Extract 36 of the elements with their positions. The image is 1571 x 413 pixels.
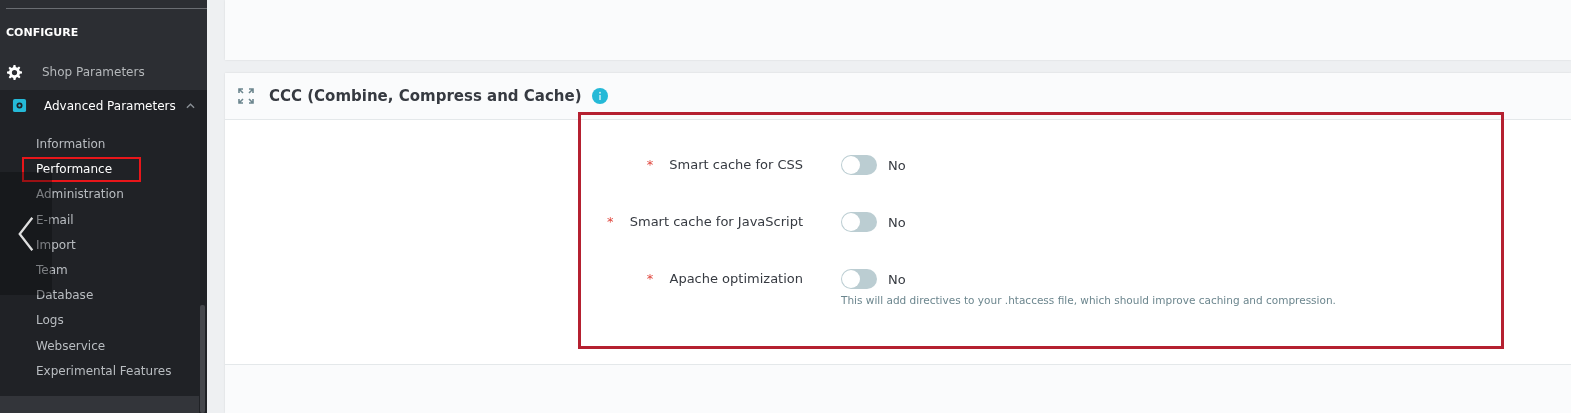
toggle-switch[interactable] (841, 212, 877, 232)
field-label: Apache optimization (669, 271, 803, 286)
submenu-item[interactable]: E-mail (36, 207, 74, 233)
info-icon[interactable] (591, 88, 608, 104)
submenu-item[interactable]: Information (36, 132, 106, 158)
expand-icon (238, 88, 254, 104)
required-asterisk: * (607, 214, 614, 229)
toggle-switch[interactable] (841, 155, 877, 175)
toggle-value: No (888, 157, 906, 173)
scrollbar[interactable] (200, 305, 205, 413)
field-label: Smart cache for JavaScript (629, 214, 803, 229)
sidebar-item[interactable]: Advanced Parameters (0, 90, 207, 121)
gear-square-icon (12, 98, 27, 113)
submenu-item[interactable]: Database (36, 283, 94, 309)
submenu-item[interactable]: Logs (36, 308, 64, 334)
submenu-item[interactable]: Import (36, 232, 76, 258)
submenu-item[interactable]: Webservice (36, 333, 106, 359)
sidebar-item-label: Shop Parameters (42, 65, 145, 79)
chevron-left-icon (16, 215, 36, 252)
panel-title: CCC (Combine, Compress and Cache) (269, 87, 582, 105)
submenu-item[interactable]: Performance (22, 157, 141, 183)
sidebar-item-label: Advanced Parameters (44, 98, 176, 113)
toggle-value: No (888, 214, 906, 230)
submenu-item[interactable]: Administration (36, 182, 124, 208)
field-label: Smart cache for CSS (669, 157, 803, 172)
submenu-item[interactable]: Team (36, 257, 68, 284)
chevron-up-icon (185, 102, 195, 109)
submenu-item[interactable]: Experimental Features (36, 358, 172, 384)
help-text: This will add directives to your .htaccess file, which should improve caching and compression. (841, 294, 1336, 306)
gear-icon (7, 64, 22, 80)
toggle-value: No (888, 271, 906, 287)
required-asterisk: * (646, 157, 654, 172)
section-title: CONFIGURE (5, 25, 80, 41)
sidebar-item[interactable]: Shop Parameters (0, 57, 207, 87)
toggle-switch[interactable] (841, 269, 877, 289)
required-asterisk: * (646, 271, 654, 286)
